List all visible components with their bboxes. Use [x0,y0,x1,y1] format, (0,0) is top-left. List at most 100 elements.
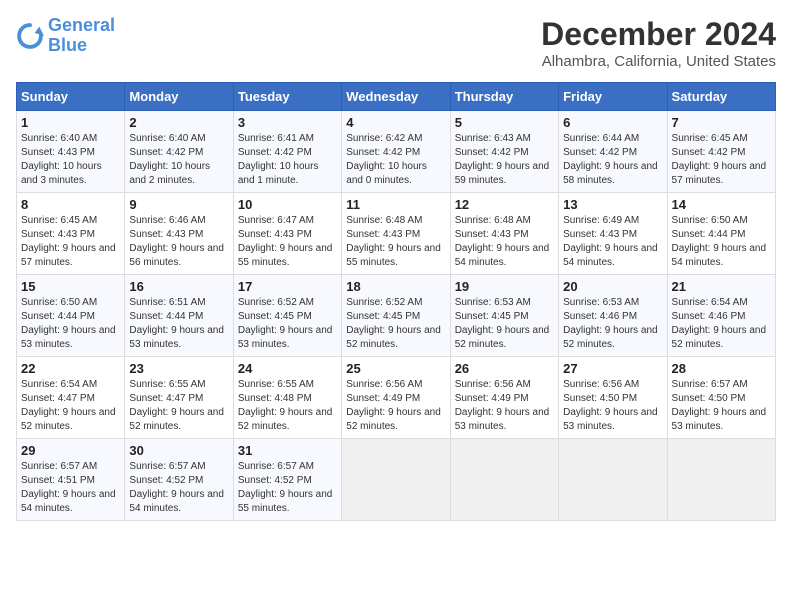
day-info: Sunrise: 6:43 AM Sunset: 4:42 PM Dayligh… [455,132,554,188]
location: Alhambra, California, United States [541,53,776,70]
day-number: 3 [238,115,337,130]
calendar-day-cell: 13 Sunrise: 6:49 AM Sunset: 4:43 PM Dayl… [559,193,667,275]
weekday-header-row: SundayMondayTuesdayWednesdayThursdayFrid… [17,83,776,111]
day-number: 25 [346,361,445,376]
day-info: Sunrise: 6:57 AM Sunset: 4:50 PM Dayligh… [672,378,771,434]
calendar-day-cell: 23 Sunrise: 6:55 AM Sunset: 4:47 PM Dayl… [125,357,233,439]
day-info: Sunrise: 6:57 AM Sunset: 4:52 PM Dayligh… [129,460,228,516]
day-info: Sunrise: 6:51 AM Sunset: 4:44 PM Dayligh… [129,296,228,352]
day-info: Sunrise: 6:47 AM Sunset: 4:43 PM Dayligh… [238,214,337,270]
calendar-day-cell: 16 Sunrise: 6:51 AM Sunset: 4:44 PM Dayl… [125,275,233,357]
day-info: Sunrise: 6:57 AM Sunset: 4:52 PM Dayligh… [238,460,337,516]
day-number: 13 [563,197,662,212]
day-number: 5 [455,115,554,130]
day-number: 31 [238,443,337,458]
calendar-day-cell: 9 Sunrise: 6:46 AM Sunset: 4:43 PM Dayli… [125,193,233,275]
calendar-day-cell: 30 Sunrise: 6:57 AM Sunset: 4:52 PM Dayl… [125,439,233,521]
day-info: Sunrise: 6:49 AM Sunset: 4:43 PM Dayligh… [563,214,662,270]
day-info: Sunrise: 6:53 AM Sunset: 4:45 PM Dayligh… [455,296,554,352]
day-number: 23 [129,361,228,376]
logo-line1: General [48,15,115,35]
day-info: Sunrise: 6:56 AM Sunset: 4:49 PM Dayligh… [346,378,445,434]
day-number: 4 [346,115,445,130]
calendar-day-cell: 3 Sunrise: 6:41 AM Sunset: 4:42 PM Dayli… [233,111,341,193]
calendar-day-cell: 4 Sunrise: 6:42 AM Sunset: 4:42 PM Dayli… [342,111,450,193]
calendar-day-cell [559,439,667,521]
day-number: 9 [129,197,228,212]
calendar-week-row: 8 Sunrise: 6:45 AM Sunset: 4:43 PM Dayli… [17,193,776,275]
month-title: December 2024 [541,16,776,53]
day-info: Sunrise: 6:50 AM Sunset: 4:44 PM Dayligh… [21,296,120,352]
day-info: Sunrise: 6:57 AM Sunset: 4:51 PM Dayligh… [21,460,120,516]
weekday-header: Sunday [17,83,125,111]
calendar-day-cell [667,439,775,521]
day-number: 30 [129,443,228,458]
calendar-day-cell [342,439,450,521]
day-number: 15 [21,279,120,294]
weekday-header: Monday [125,83,233,111]
calendar-day-cell: 29 Sunrise: 6:57 AM Sunset: 4:51 PM Dayl… [17,439,125,521]
calendar-day-cell: 14 Sunrise: 6:50 AM Sunset: 4:44 PM Dayl… [667,193,775,275]
day-number: 20 [563,279,662,294]
calendar-day-cell: 20 Sunrise: 6:53 AM Sunset: 4:46 PM Dayl… [559,275,667,357]
day-number: 8 [21,197,120,212]
weekday-header: Tuesday [233,83,341,111]
day-info: Sunrise: 6:48 AM Sunset: 4:43 PM Dayligh… [346,214,445,270]
day-info: Sunrise: 6:40 AM Sunset: 4:43 PM Dayligh… [21,132,120,188]
day-number: 12 [455,197,554,212]
calendar-day-cell: 25 Sunrise: 6:56 AM Sunset: 4:49 PM Dayl… [342,357,450,439]
day-number: 24 [238,361,337,376]
day-number: 19 [455,279,554,294]
weekday-header: Thursday [450,83,558,111]
calendar-day-cell: 21 Sunrise: 6:54 AM Sunset: 4:46 PM Dayl… [667,275,775,357]
day-number: 1 [21,115,120,130]
logo: General Blue [16,16,115,56]
day-info: Sunrise: 6:55 AM Sunset: 4:48 PM Dayligh… [238,378,337,434]
day-info: Sunrise: 6:40 AM Sunset: 4:42 PM Dayligh… [129,132,228,188]
calendar-day-cell: 31 Sunrise: 6:57 AM Sunset: 4:52 PM Dayl… [233,439,341,521]
day-info: Sunrise: 6:54 AM Sunset: 4:47 PM Dayligh… [21,378,120,434]
page-header: General Blue December 2024 Alhambra, Cal… [16,16,776,70]
day-number: 26 [455,361,554,376]
calendar-day-cell: 12 Sunrise: 6:48 AM Sunset: 4:43 PM Dayl… [450,193,558,275]
calendar-day-cell: 6 Sunrise: 6:44 AM Sunset: 4:42 PM Dayli… [559,111,667,193]
day-number: 28 [672,361,771,376]
day-number: 16 [129,279,228,294]
day-number: 18 [346,279,445,294]
calendar-day-cell: 27 Sunrise: 6:56 AM Sunset: 4:50 PM Dayl… [559,357,667,439]
day-info: Sunrise: 6:45 AM Sunset: 4:43 PM Dayligh… [21,214,120,270]
calendar-day-cell: 10 Sunrise: 6:47 AM Sunset: 4:43 PM Dayl… [233,193,341,275]
day-info: Sunrise: 6:52 AM Sunset: 4:45 PM Dayligh… [238,296,337,352]
logo-icon [16,22,44,50]
calendar-day-cell: 8 Sunrise: 6:45 AM Sunset: 4:43 PM Dayli… [17,193,125,275]
day-info: Sunrise: 6:50 AM Sunset: 4:44 PM Dayligh… [672,214,771,270]
calendar-week-row: 29 Sunrise: 6:57 AM Sunset: 4:51 PM Dayl… [17,439,776,521]
day-info: Sunrise: 6:55 AM Sunset: 4:47 PM Dayligh… [129,378,228,434]
calendar-table: SundayMondayTuesdayWednesdayThursdayFrid… [16,82,776,521]
day-number: 10 [238,197,337,212]
day-number: 7 [672,115,771,130]
day-number: 14 [672,197,771,212]
calendar-day-cell: 11 Sunrise: 6:48 AM Sunset: 4:43 PM Dayl… [342,193,450,275]
day-number: 29 [21,443,120,458]
calendar-day-cell: 26 Sunrise: 6:56 AM Sunset: 4:49 PM Dayl… [450,357,558,439]
calendar-day-cell: 15 Sunrise: 6:50 AM Sunset: 4:44 PM Dayl… [17,275,125,357]
day-number: 2 [129,115,228,130]
calendar-day-cell: 1 Sunrise: 6:40 AM Sunset: 4:43 PM Dayli… [17,111,125,193]
calendar-week-row: 22 Sunrise: 6:54 AM Sunset: 4:47 PM Dayl… [17,357,776,439]
title-area: December 2024 Alhambra, California, Unit… [541,16,776,70]
calendar-day-cell [450,439,558,521]
day-info: Sunrise: 6:56 AM Sunset: 4:50 PM Dayligh… [563,378,662,434]
day-info: Sunrise: 6:42 AM Sunset: 4:42 PM Dayligh… [346,132,445,188]
day-number: 6 [563,115,662,130]
day-number: 27 [563,361,662,376]
day-info: Sunrise: 6:52 AM Sunset: 4:45 PM Dayligh… [346,296,445,352]
day-info: Sunrise: 6:46 AM Sunset: 4:43 PM Dayligh… [129,214,228,270]
day-info: Sunrise: 6:53 AM Sunset: 4:46 PM Dayligh… [563,296,662,352]
calendar-day-cell: 24 Sunrise: 6:55 AM Sunset: 4:48 PM Dayl… [233,357,341,439]
weekday-header: Saturday [667,83,775,111]
calendar-day-cell: 19 Sunrise: 6:53 AM Sunset: 4:45 PM Dayl… [450,275,558,357]
calendar-day-cell: 2 Sunrise: 6:40 AM Sunset: 4:42 PM Dayli… [125,111,233,193]
day-info: Sunrise: 6:56 AM Sunset: 4:49 PM Dayligh… [455,378,554,434]
day-info: Sunrise: 6:44 AM Sunset: 4:42 PM Dayligh… [563,132,662,188]
